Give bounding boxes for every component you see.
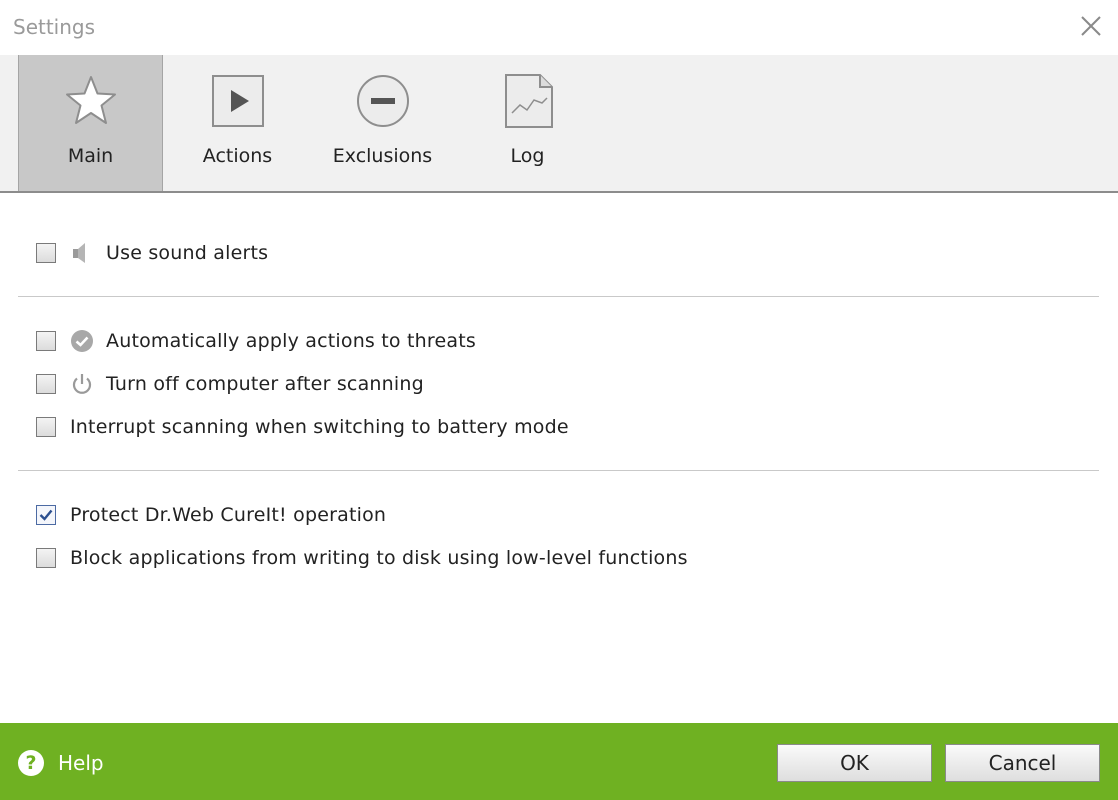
help-link[interactable]: ? Help (18, 750, 104, 776)
option-protect-cureit[interactable]: Protect Dr.Web CureIt! operation (36, 502, 386, 528)
option-label: Turn off computer after scanning (106, 373, 424, 395)
tab-exclusions[interactable]: Exclusions (310, 55, 455, 191)
option-label: Use sound alerts (106, 242, 269, 264)
protect-cureit-checkbox[interactable] (36, 505, 56, 525)
checkmark-icon (39, 509, 53, 521)
option-label: Block applications from writing to disk … (70, 547, 688, 569)
turn-off-checkbox[interactable] (36, 374, 56, 394)
tab-label: Actions (202, 145, 273, 167)
log-document-icon (504, 74, 553, 128)
cancel-button[interactable]: Cancel (945, 744, 1100, 782)
section-divider (18, 296, 1099, 297)
title-bar: Settings (0, 0, 1118, 55)
check-circle-icon (71, 330, 93, 352)
play-icon (211, 75, 264, 127)
window-title: Settings (13, 15, 96, 39)
power-icon (72, 374, 92, 394)
sound-alerts-checkbox[interactable] (36, 243, 56, 263)
block-low-level-checkbox[interactable] (36, 548, 56, 568)
star-icon (65, 76, 116, 124)
tab-label: Main (67, 145, 114, 167)
section-divider (18, 470, 1099, 471)
settings-tab-bar: Main Actions Exclusions Log (0, 55, 1118, 193)
tab-log[interactable]: Log (455, 55, 600, 191)
option-block-low-level-writes[interactable]: Block applications from writing to disk … (36, 545, 688, 571)
ok-button[interactable]: OK (777, 744, 932, 782)
speaker-icon (73, 243, 85, 263)
tab-actions[interactable]: Actions (165, 55, 310, 191)
minus-circle-icon (356, 75, 409, 127)
interrupt-battery-checkbox[interactable] (36, 417, 56, 437)
auto-apply-checkbox[interactable] (36, 331, 56, 351)
option-interrupt-on-battery[interactable]: Interrupt scanning when switching to bat… (36, 414, 569, 440)
option-turn-off-computer[interactable]: Turn off computer after scanning (36, 371, 424, 397)
option-sound-alerts[interactable]: Use sound alerts (36, 240, 268, 266)
close-button[interactable] (1078, 13, 1104, 39)
tab-main[interactable]: Main (18, 55, 163, 191)
help-label: Help (58, 751, 104, 775)
footer-bar: ? Help OK Cancel (0, 723, 1118, 800)
option-label: Automatically apply actions to threats (106, 330, 476, 352)
tab-label: Log (510, 145, 545, 167)
tab-label: Exclusions (332, 145, 433, 167)
option-auto-apply-actions[interactable]: Automatically apply actions to threats (36, 328, 476, 354)
option-label: Protect Dr.Web CureIt! operation (70, 504, 387, 526)
help-icon: ? (18, 750, 44, 776)
close-icon (1081, 16, 1101, 36)
option-label: Interrupt scanning when switching to bat… (70, 416, 569, 438)
